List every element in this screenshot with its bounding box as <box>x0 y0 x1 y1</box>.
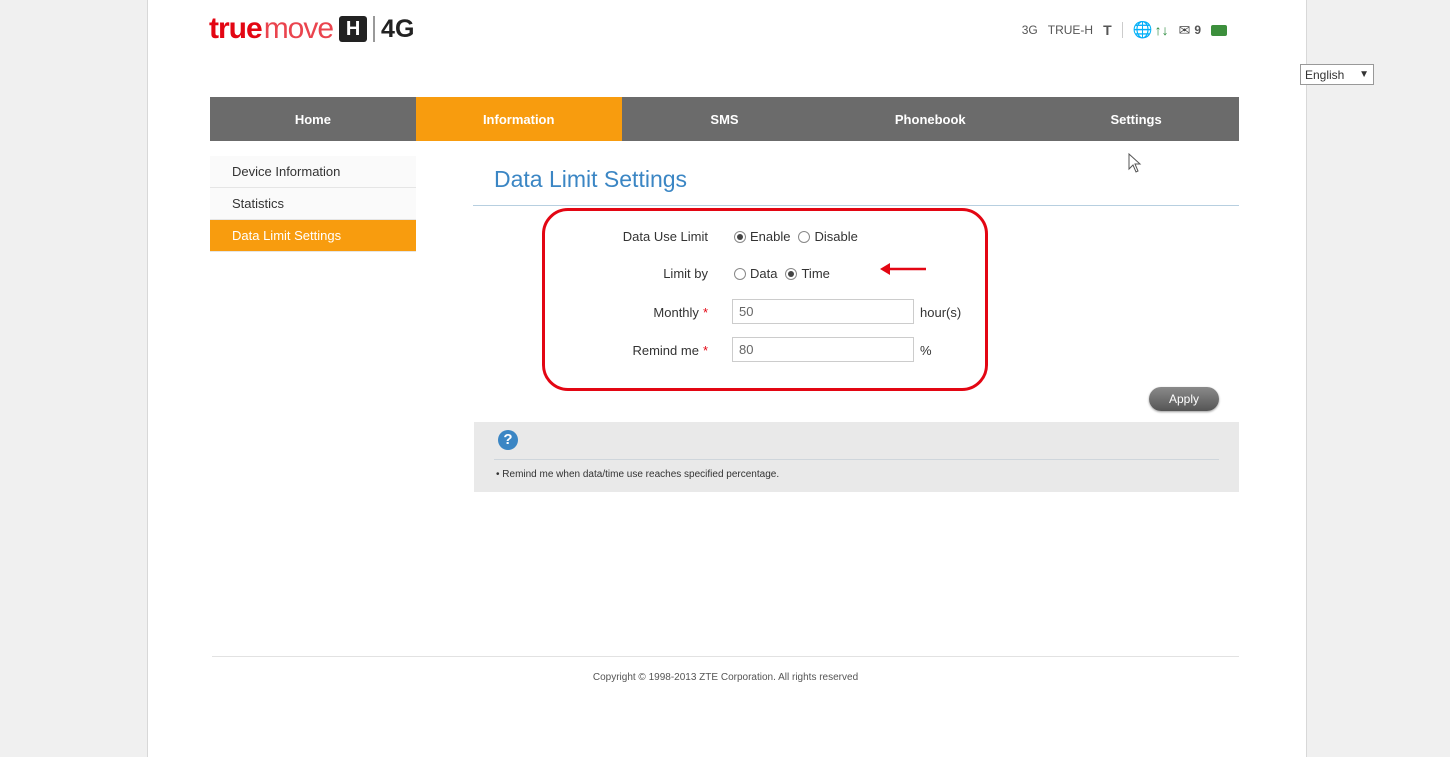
monthly-label: Monthly * <box>548 305 708 320</box>
help-panel: ? • Remind me when data/time use reaches… <box>474 422 1239 492</box>
sim-card-icon <box>1211 24 1227 36</box>
status-divider <box>1121 22 1123 38</box>
nav-home[interactable]: Home <box>210 97 416 141</box>
operator-name: TRUE-H <box>1047 23 1094 37</box>
data-radio[interactable] <box>734 267 746 280</box>
monthly-input[interactable] <box>732 299 914 324</box>
enable-radio[interactable] <box>734 230 746 243</box>
data-use-limit-label: Data Use Limit <box>622 229 708 244</box>
remind-me-unit: % <box>920 343 932 358</box>
sidebar-item-statistics[interactable]: Statistics <box>210 188 416 220</box>
footer-copyright: Copyright © 1998-2013 ZTE Corporation. A… <box>592 672 859 683</box>
disable-radio[interactable] <box>798 230 811 243</box>
disable-option[interactable]: Disable <box>798 229 858 244</box>
signal-strength-icon: T <box>1103 22 1112 38</box>
mouse-cursor-icon <box>1128 153 1142 173</box>
nav-phonebook[interactable]: Phonebook <box>827 97 1033 141</box>
sidebar-item-device-information[interactable]: Device Information <box>210 156 416 188</box>
enable-option[interactable]: Enable <box>734 229 790 244</box>
data-transfer-icon: ↑↓ <box>1154 22 1169 38</box>
language-selected: English <box>1305 67 1345 82</box>
time-label: Time <box>801 266 830 281</box>
apply-button[interactable]: Apply <box>1149 387 1219 411</box>
message-count: 9 <box>1194 23 1201 37</box>
footer-divider <box>212 656 1239 657</box>
language-select[interactable]: English ▼ <box>1300 64 1374 85</box>
brand-network-text: 4G <box>381 14 415 43</box>
main-nav: Home Information SMS Phonebook Settings <box>210 97 1239 141</box>
globe-icon: 🌐 <box>1132 22 1153 39</box>
help-icon: ? <box>498 430 518 450</box>
nav-settings[interactable]: Settings <box>1033 97 1239 141</box>
monthly-label-text: Monthly <box>653 305 699 320</box>
status-bar: 3G TRUE-H T 🌐 ↑↓ ✉ 9 <box>1022 20 1227 40</box>
monthly-unit: hour(s) <box>920 305 962 320</box>
data-use-limit-radios: Enable Disable <box>734 229 866 244</box>
nav-information[interactable]: Information <box>415 97 622 141</box>
data-option[interactable]: Data <box>734 266 777 281</box>
sidebar-item-data-limit-settings[interactable]: Data Limit Settings <box>210 220 416 252</box>
network-type: 3G <box>1021 23 1038 37</box>
required-marker: * <box>702 343 708 358</box>
data-label: Data <box>750 266 778 281</box>
mail-icon[interactable]: ✉ <box>1179 22 1191 39</box>
remind-me-label-text: Remind me <box>632 343 699 358</box>
chevron-down-icon: ▼ <box>1359 69 1369 80</box>
limit-by-radios: Data Time <box>734 266 838 281</box>
help-divider <box>494 459 1219 460</box>
required-marker: * <box>702 305 708 320</box>
enable-label: Enable <box>750 229 791 244</box>
limit-by-label: Limit by <box>663 266 708 281</box>
remind-me-label: Remind me * <box>548 343 708 358</box>
time-radio[interactable] <box>785 267 798 280</box>
header: true move H 4G 3G TRUE-H T 🌐 ↑↓ ✉ 9 <box>209 8 1237 58</box>
remind-me-input[interactable] <box>732 337 914 362</box>
red-arrow-annotation-icon <box>880 263 926 275</box>
help-text: • Remind me when data/time use reaches s… <box>496 469 780 480</box>
main-content: Data Limit Settings <box>473 160 1239 206</box>
brand-move-text: move <box>263 12 334 45</box>
brand-logo: true move H 4G <box>209 12 414 46</box>
nav-sms[interactable]: SMS <box>622 97 828 141</box>
title-divider <box>473 205 1239 206</box>
brand-true-text: true <box>209 12 263 45</box>
disable-label: Disable <box>814 229 858 244</box>
time-option[interactable]: Time <box>785 266 830 281</box>
brand-divider <box>373 16 376 42</box>
sidebar: Device Information Statistics Data Limit… <box>210 156 416 252</box>
brand-h-icon: H <box>339 16 368 42</box>
